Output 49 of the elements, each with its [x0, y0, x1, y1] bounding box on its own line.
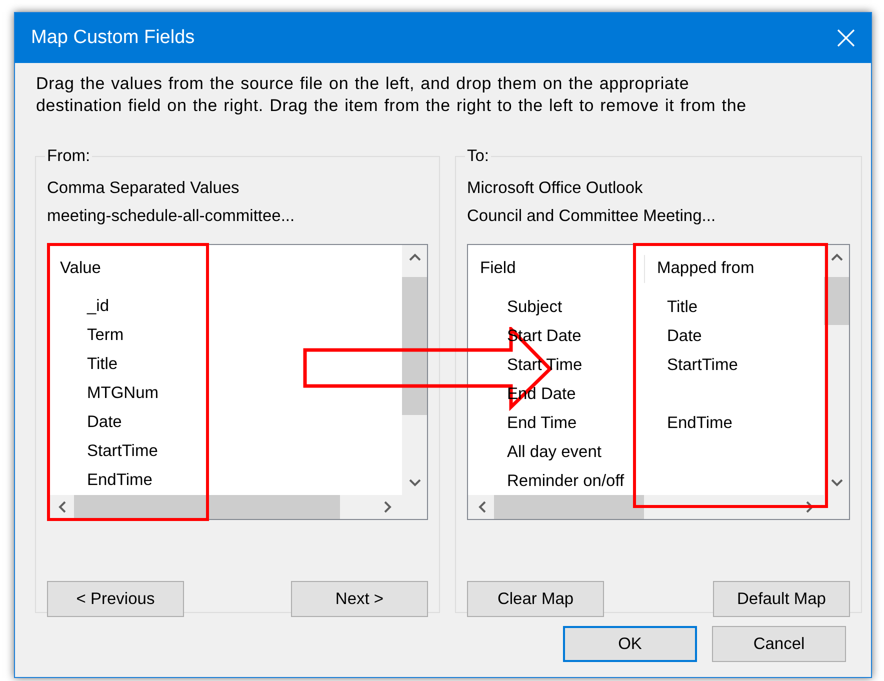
scroll-up-icon[interactable]	[408, 253, 420, 261]
scroll-down-icon[interactable]	[408, 479, 420, 487]
column-header[interactable]: Mapped from	[644, 255, 754, 283]
list-item[interactable]: Title	[87, 355, 118, 374]
scroll-right-icon[interactable]	[384, 501, 392, 513]
source-type: Comma Separated Values	[47, 178, 240, 199]
field-name[interactable]: Subject	[507, 298, 667, 317]
target-folder: Council and Committee Meeting...	[467, 206, 717, 227]
mapped-value: StartTime	[667, 356, 738, 375]
mapped-value: Date	[667, 327, 702, 346]
field-name[interactable]: Start Time	[507, 356, 667, 375]
list-item[interactable]: Term	[87, 326, 124, 345]
map-button[interactable]: Clear Map	[467, 581, 604, 617]
nav-button[interactable]: < Previous	[47, 581, 184, 617]
horizontal-scrollbar[interactable]	[48, 495, 402, 519]
scroll-thumb[interactable]	[494, 495, 644, 519]
close-icon[interactable]	[837, 29, 855, 47]
field-name[interactable]: End Time	[507, 414, 667, 433]
vertical-scrollbar[interactable]	[402, 245, 427, 495]
scroll-thumb[interactable]	[74, 495, 340, 519]
target-app: Microsoft Office Outlook	[467, 178, 644, 199]
list-item[interactable]: StartTime	[87, 442, 158, 461]
group-label: From:	[46, 147, 92, 166]
list-item[interactable]: MTGNum	[87, 384, 158, 403]
column-header[interactable]: Value	[48, 255, 101, 282]
scroll-left-icon[interactable]	[58, 501, 66, 513]
map-button[interactable]: Default Map	[713, 581, 850, 617]
window-title: Map Custom Fields	[31, 27, 195, 49]
scroll-up-icon[interactable]	[830, 253, 842, 261]
column-header[interactable]: Field	[468, 255, 644, 283]
scroll-down-icon[interactable]	[830, 479, 842, 487]
horizontal-scrollbar[interactable]	[468, 495, 824, 519]
source-file: meeting-schedule-all-committee...	[47, 206, 296, 227]
value-list[interactable]: Value _id Term Title MTGNum Date StartTime EndTime	[47, 244, 428, 520]
scroll-right-icon[interactable]	[806, 501, 814, 513]
ok-button[interactable]: OK	[563, 626, 697, 662]
list-item[interactable]: _id	[87, 297, 110, 316]
scroll-thumb[interactable]	[402, 277, 427, 415]
scroll-left-icon[interactable]	[478, 501, 486, 513]
group-label: To:	[466, 147, 490, 166]
list-item[interactable]: EndTime	[87, 471, 152, 490]
mapped-value: Title	[667, 298, 698, 317]
nav-button[interactable]: Next >	[291, 581, 428, 617]
field-name[interactable]: All day event	[507, 443, 667, 462]
field-name[interactable]: Reminder on/off	[507, 472, 667, 491]
cancel-button[interactable]: Cancel	[712, 626, 846, 662]
list-item[interactable]: Date	[87, 413, 122, 432]
instructions-text: Drag the values from the source file on the left, and drop them on the appropriate destination field on the right. Drag the item from the right to the left to remove it from the	[35, 73, 748, 117]
mapped-value: EndTime	[667, 414, 732, 433]
